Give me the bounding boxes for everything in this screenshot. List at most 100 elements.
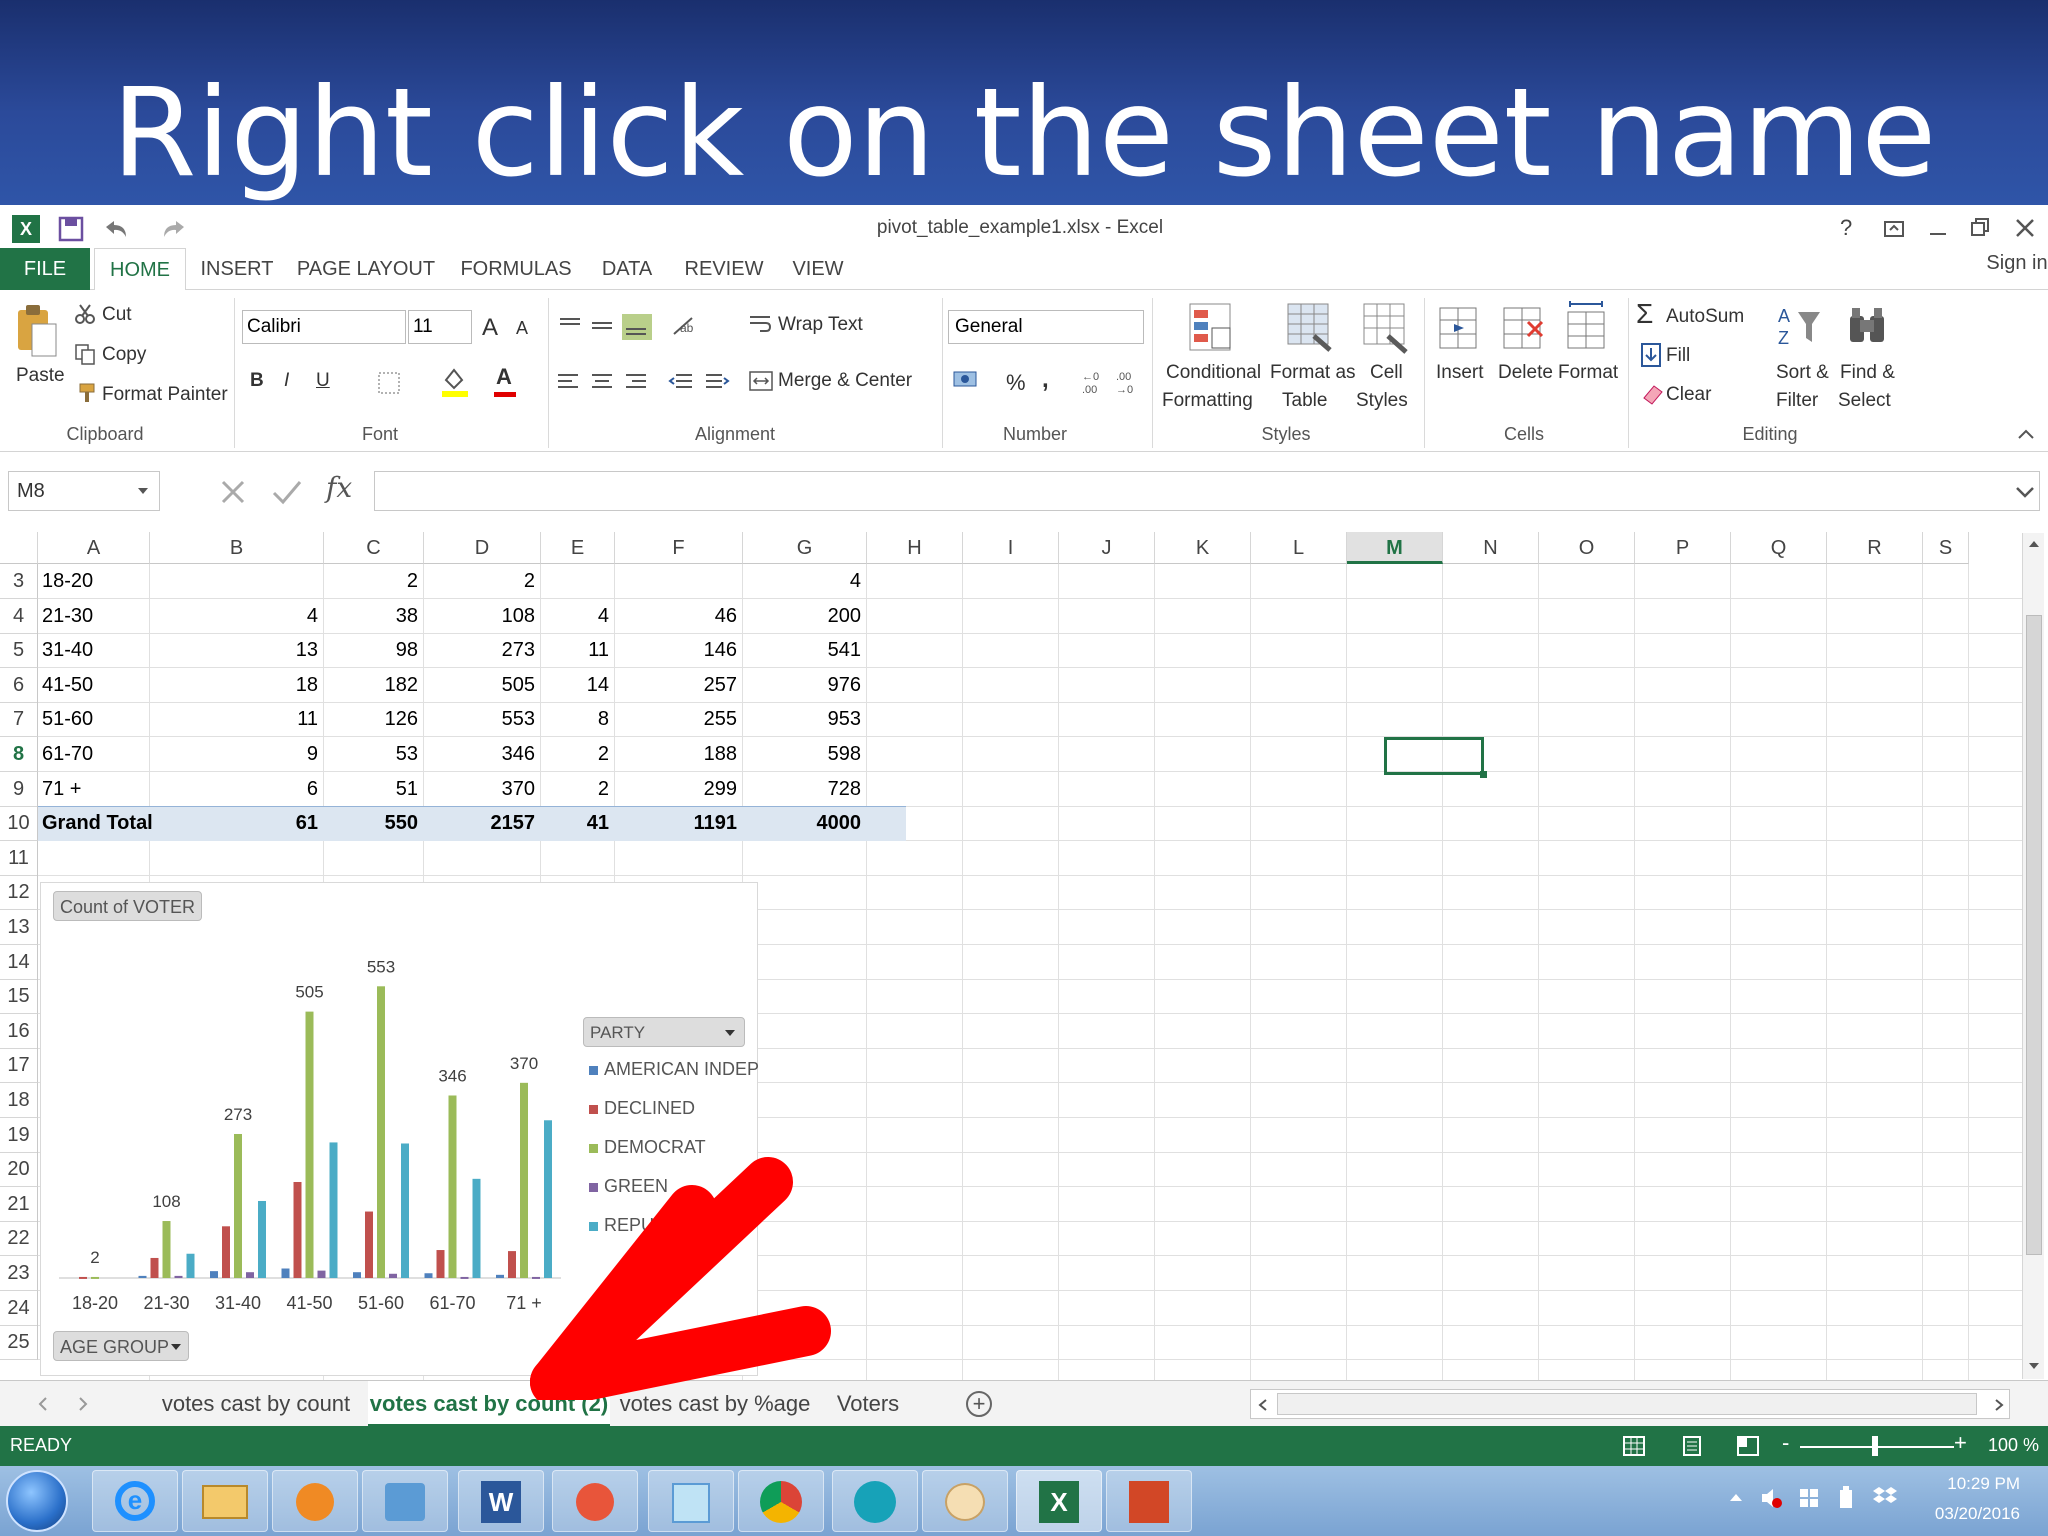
bar-declined-31-40[interactable] [222,1226,230,1278]
age-group-cell[interactable]: 31-40 [42,633,144,668]
taskbar-chrome[interactable] [738,1470,824,1532]
bar-declined-71 +[interactable] [508,1251,516,1278]
zoom-slider-thumb[interactable] [1872,1436,1878,1456]
legend-field-button[interactable]: PARTY [583,1017,745,1047]
count-cell[interactable]: 188 [619,737,737,772]
redo-icon[interactable] [158,217,188,241]
row-header-7[interactable]: 7 [0,702,38,737]
row-header-15[interactable]: 15 [0,979,38,1014]
bar-declined-18-20[interactable] [79,1276,87,1279]
insert-function-button[interactable]: fx [326,471,352,504]
formula-input[interactable] [374,471,2040,511]
count-cell[interactable]: 598 [747,737,861,772]
taskbar-paint[interactable] [922,1470,1008,1532]
cell-styles-label-1[interactable]: Cell [1370,362,1403,384]
row-header-17[interactable]: 17 [0,1048,38,1083]
zoom-in-button[interactable]: + [1954,1430,1967,1456]
format-as-table-label-2[interactable]: Table [1282,390,1327,412]
italic-button[interactable]: I [284,370,289,392]
cancel-entry-icon[interactable] [218,477,248,507]
cut-button[interactable]: Cut [102,304,132,326]
taskbar-app-9[interactable] [832,1470,918,1532]
count-cell[interactable]: 2 [545,772,609,807]
count-cell[interactable]: 550 [328,806,418,841]
taskbar-excel[interactable]: X [1016,1470,1102,1532]
row-header-9[interactable]: 9 [0,772,38,807]
count-cell[interactable]: 2 [428,564,535,599]
sort-filter-label-1[interactable]: Sort & [1776,362,1829,384]
count-cell[interactable]: 6 [154,772,318,807]
row-header-18[interactable]: 18 [0,1083,38,1118]
format-painter-button[interactable]: Format Painter [102,384,228,406]
bar-declined-41-50[interactable] [293,1181,302,1278]
expand-formula-bar-icon[interactable] [2014,485,2036,499]
row-header-4[interactable]: 4 [0,599,38,634]
font-size-box[interactable]: 11 [408,310,472,344]
count-cell[interactable]: 13 [154,633,318,668]
column-header-g[interactable]: G [743,532,867,564]
clear-button[interactable]: Clear [1666,384,1711,406]
bar-democrat-61-70[interactable] [448,1095,457,1278]
column-header-q[interactable]: Q [1731,532,1827,564]
count-cell[interactable]: 146 [619,633,737,668]
row-header-21[interactable]: 21 [0,1187,38,1222]
column-header-n[interactable]: N [1443,532,1539,564]
find-select-label-2[interactable]: Select [1838,390,1891,412]
tab-formulas[interactable]: FORMULAS [454,248,578,290]
paste-button[interactable]: Paste [16,365,65,387]
cell-styles-label-2[interactable]: Styles [1356,390,1408,412]
count-cell[interactable]: 728 [747,772,861,807]
age-group-cell[interactable]: 51-60 [42,702,144,737]
taskbar-powerpoint[interactable] [1106,1470,1192,1532]
fill-handle[interactable] [1480,771,1487,778]
count-cell[interactable]: 505 [428,668,535,703]
column-header-r[interactable]: R [1827,532,1923,564]
format-button[interactable]: Format [1558,362,1618,384]
row-header-10[interactable]: 10 [0,806,38,841]
column-header-e[interactable]: E [541,532,615,564]
count-cell[interactable]: 41 [545,806,609,841]
count-cell[interactable]: 53 [328,737,418,772]
horizontal-scroll-thumb[interactable] [1277,1393,1977,1415]
bar-republican-31-40[interactable] [258,1200,266,1278]
decimal-icons[interactable]: ←0.00.00→0 [1080,368,1146,396]
bar-american-indep-21-30[interactable] [138,1275,147,1278]
count-cell[interactable]: 976 [747,668,861,703]
copy-button[interactable]: Copy [102,344,146,366]
prev-sheet-icon[interactable] [36,1395,50,1413]
column-header-h[interactable]: H [867,532,963,564]
bar-republican-51-60[interactable] [401,1143,409,1278]
horizontal-scrollbar[interactable] [1250,1389,2010,1419]
count-cell[interactable]: 953 [747,702,861,737]
count-cell[interactable]: 200 [747,599,861,634]
taskbar-internet-explorer[interactable]: e [92,1470,178,1532]
row-header-13[interactable]: 13 [0,910,38,945]
vertical-scroll-thumb[interactable] [2026,615,2042,1255]
row-header-16[interactable]: 16 [0,1014,38,1049]
scroll-left-icon[interactable] [1257,1397,1269,1413]
count-cell[interactable]: 51 [328,772,418,807]
underline-button[interactable]: U [316,370,330,392]
column-header-f[interactable]: F [615,532,743,564]
count-cell[interactable]: 2 [328,564,418,599]
page-break-view-icon[interactable] [1736,1435,1760,1457]
count-cell[interactable] [619,564,737,599]
age-group-cell[interactable]: 71 + [42,772,144,807]
bar-green-41-50[interactable] [317,1270,326,1278]
new-sheet-button[interactable]: + [966,1391,992,1417]
bar-american-indep-41-50[interactable] [281,1268,290,1278]
scroll-down-icon[interactable] [2027,1359,2041,1373]
column-header-l[interactable]: L [1251,532,1347,564]
conditional-formatting-label-1[interactable]: Conditional [1166,362,1261,384]
fill-color-icon[interactable] [440,366,470,398]
count-cell[interactable] [154,564,318,599]
format-as-table-label-1[interactable]: Format as [1270,362,1356,384]
taskbar-media-player[interactable] [272,1470,358,1532]
sort-filter-label-2[interactable]: Filter [1776,390,1818,412]
fill-button[interactable]: Fill [1666,345,1690,367]
orientation-icon[interactable]: ab [670,314,710,340]
taskbar-app-6[interactable] [552,1470,638,1532]
bar-declined-61-70[interactable] [436,1250,445,1278]
count-cell[interactable]: 1191 [619,806,737,841]
tab-data[interactable]: DATA [592,248,662,290]
